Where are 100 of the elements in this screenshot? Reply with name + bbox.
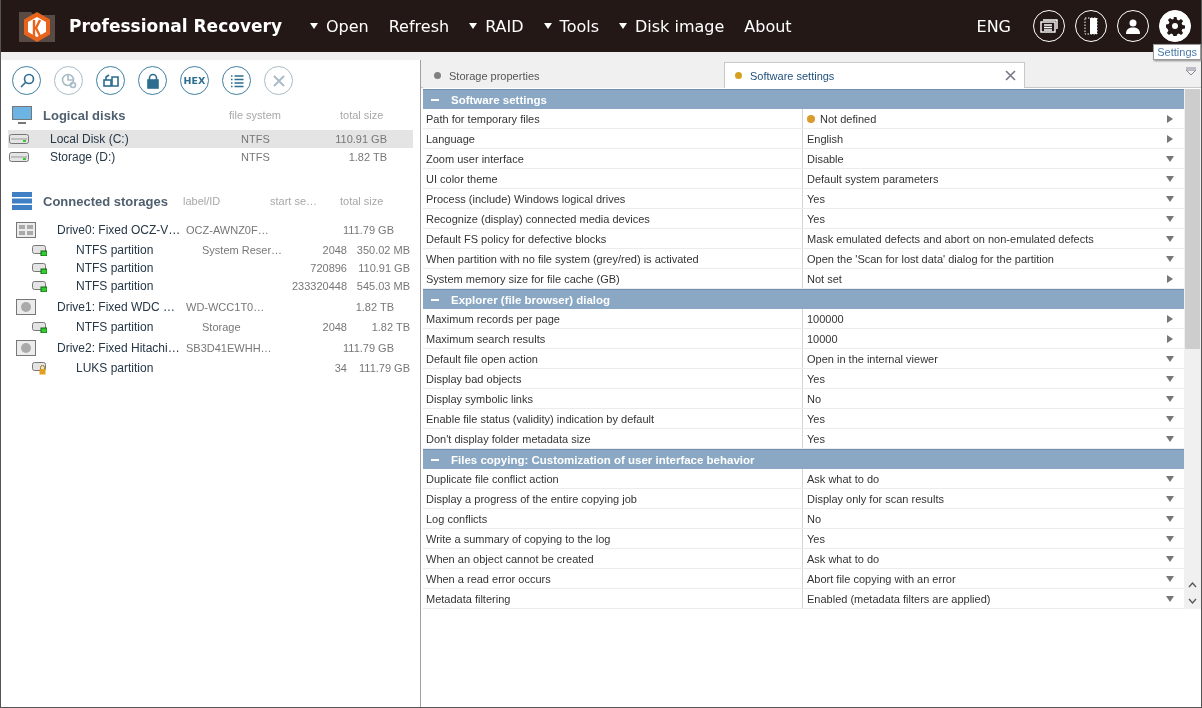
setting-name: Display bad objects <box>423 369 803 388</box>
partition-row[interactable]: NTFS partition 720896 110.91 GB <box>8 259 413 277</box>
partition-row[interactable]: NTFS partition 233320448 545.03 MB <box>8 277 413 295</box>
setting-row[interactable]: When an object cannot be created Ask what to do <box>423 549 1184 569</box>
dropdown-arrow-icon <box>1166 414 1174 423</box>
menu-item[interactable]: About <box>744 16 792 36</box>
file-system: NTFS <box>241 133 271 145</box>
menu-item[interactable]: Open <box>309 16 369 36</box>
tooltip: Settings <box>1153 44 1201 60</box>
setting-name: Zoom user interface <box>423 149 803 168</box>
setting-row[interactable]: UI color theme Default system parameters <box>423 169 1184 189</box>
setting-row[interactable]: Display bad objects Yes <box>423 369 1184 389</box>
setting-value: Ask what to do <box>806 552 881 565</box>
tab-label: Software settings <box>750 69 835 82</box>
drive-row[interactable]: Drive2: Fixed Hitachi… SB3D41EWHH… 111.79 GB <box>8 336 413 359</box>
disk-row[interactable]: Local Disk (C:) NTFS 110.91 GB <box>8 130 413 148</box>
setting-row[interactable]: Language English <box>423 129 1184 149</box>
dropdown-arrow-icon <box>1166 194 1174 203</box>
toolbar-button[interactable] <box>222 66 251 95</box>
setting-value: Open in the internal viewer <box>806 352 939 365</box>
setting-value: Enabled (metadata filters are applied) <box>806 592 992 605</box>
menu-item[interactable]: Refresh <box>388 16 450 36</box>
menu-item[interactable]: RAID <box>469 16 524 36</box>
start-sector: 233320448 <box>292 280 347 292</box>
toolbar-button[interactable] <box>96 66 125 95</box>
setting-row[interactable]: Log conflicts No <box>423 509 1184 529</box>
submenu-arrow-icon <box>1166 274 1174 283</box>
setting-row[interactable]: Enable file status (validity) indication by default Yes <box>423 409 1184 429</box>
partition-row[interactable]: NTFS partition Storage 2048 1.82 TB <box>8 318 413 336</box>
setting-row[interactable]: Duplicate file conflict action Ask what to do <box>423 469 1184 489</box>
app-title: Professional Recovery <box>69 16 282 36</box>
windows-icon <box>1040 19 1058 33</box>
setting-name: Write a summary of copying to the log <box>423 529 803 548</box>
toolbar-button[interactable] <box>138 66 167 95</box>
partition-row[interactable]: LUKS partition 34 111.79 GB <box>8 359 413 377</box>
setting-value: Yes <box>806 432 826 445</box>
setting-row[interactable]: When partition with no file system (grey/red) is activated Open the 'Scan for lost data' dialog for the partition <box>423 249 1184 269</box>
total-size: 1.82 TB <box>354 300 394 313</box>
menu-item[interactable]: Disk image <box>619 16 725 36</box>
setting-row[interactable]: Process (include) Windows logical drives Yes <box>423 189 1184 209</box>
dropdown-arrow-icon <box>1166 254 1174 263</box>
list-icon <box>228 72 245 89</box>
dropdown-caret-icon <box>309 22 318 30</box>
submenu-arrow-icon <box>1166 114 1174 123</box>
start-sector: 2048 <box>321 244 347 256</box>
header-icon-button[interactable] <box>1159 10 1191 42</box>
column-header: total size <box>340 195 385 207</box>
setting-row[interactable]: When a read error occurs Abort file copying with an error <box>423 569 1184 589</box>
setting-row[interactable]: Display symbolic links No <box>423 389 1184 409</box>
dropdown-arrow-icon <box>1166 434 1174 443</box>
toolbar-button[interactable] <box>12 66 41 95</box>
setting-row[interactable]: Display a progress of the entire copying job Display only for scan results <box>423 489 1184 509</box>
caret-icon <box>1185 67 1197 76</box>
menu-item[interactable]: Tools <box>543 16 599 36</box>
setting-name: Default FS policy for defective blocks <box>423 229 803 248</box>
language-selector[interactable]: ENG <box>976 16 1011 36</box>
dropdown-arrow-icon <box>1166 354 1174 363</box>
start-sector: 2048 <box>321 321 347 333</box>
setting-name: System memory size for file cache (GB) <box>423 269 803 288</box>
setting-name: When partition with no file system (grey/red) is activated <box>423 249 803 268</box>
magnifier-icon <box>18 72 35 89</box>
column-header: label/ID <box>183 195 222 207</box>
setting-name: Process (include) Windows logical drives <box>423 189 803 208</box>
setting-name: Language <box>423 129 803 148</box>
setting-name: When an object cannot be created <box>423 549 803 568</box>
dropdown-arrow-icon <box>1166 514 1174 523</box>
setting-value: Yes <box>806 372 826 385</box>
setting-row[interactable]: Write a summary of copying to the log Yes <box>423 529 1184 549</box>
partition-label: Storage <box>202 321 242 333</box>
setting-name: Duplicate file conflict action <box>423 469 803 488</box>
tab-list-button[interactable] <box>1185 67 1197 76</box>
toolbar-button[interactable]: HEX <box>180 66 209 95</box>
tab[interactable]: Software settings <box>724 62 1025 88</box>
dropdown-arrow-icon <box>1166 594 1174 603</box>
scrollbar-thumb[interactable] <box>1185 89 1200 349</box>
setting-row[interactable]: Maximum search results 10000 <box>423 329 1184 349</box>
setting-row[interactable]: Default FS policy for defective blocks Mask emulated defects and abort on non-emulated defects <box>423 229 1184 249</box>
close-tab-button[interactable] <box>1005 70 1016 81</box>
setting-row[interactable]: Zoom user interface Disable <box>423 149 1184 169</box>
partition-row[interactable]: NTFS partition System Reser… 2048 350.02 MB <box>8 241 413 259</box>
disk-name: Storage (D:) <box>50 150 117 164</box>
setting-row[interactable]: Maximum records per page 100000 <box>423 309 1184 329</box>
setting-name: Metadata filtering <box>423 589 803 608</box>
total-size: 111.79 GB <box>342 223 394 236</box>
setting-row[interactable]: Metadata filtering Enabled (metadata filters are applied) <box>423 589 1184 609</box>
setting-row[interactable]: Recognize (display) connected media devices Yes <box>423 209 1184 229</box>
setting-value: Ask what to do <box>806 472 881 485</box>
setting-value: Default system parameters <box>806 172 940 185</box>
disk-row[interactable]: Storage (D:) NTFS 1.82 TB <box>8 148 413 166</box>
submenu-arrow-icon <box>1166 314 1174 323</box>
setting-name: Log conflicts <box>423 509 803 528</box>
dropdown-arrow-icon <box>1166 374 1174 383</box>
drive-row[interactable]: Drive1: Fixed WDC … WD-WCC1T0… 1.82 TB <box>8 295 413 318</box>
dropdown-arrow-icon <box>1166 394 1174 403</box>
partition-label: System Reser… <box>202 244 284 256</box>
setting-row[interactable]: Path for temporary files Not defined <box>423 109 1184 129</box>
dropdown-caret-icon <box>543 22 552 30</box>
drive-row[interactable]: Drive0: Fixed OCZ-V… OCZ-AWNZ0F… 111.79 GB <box>8 218 413 241</box>
setting-row[interactable]: Default file open action Open in the internal viewer <box>423 349 1184 369</box>
setting-value: Display only for scan results <box>806 492 945 505</box>
